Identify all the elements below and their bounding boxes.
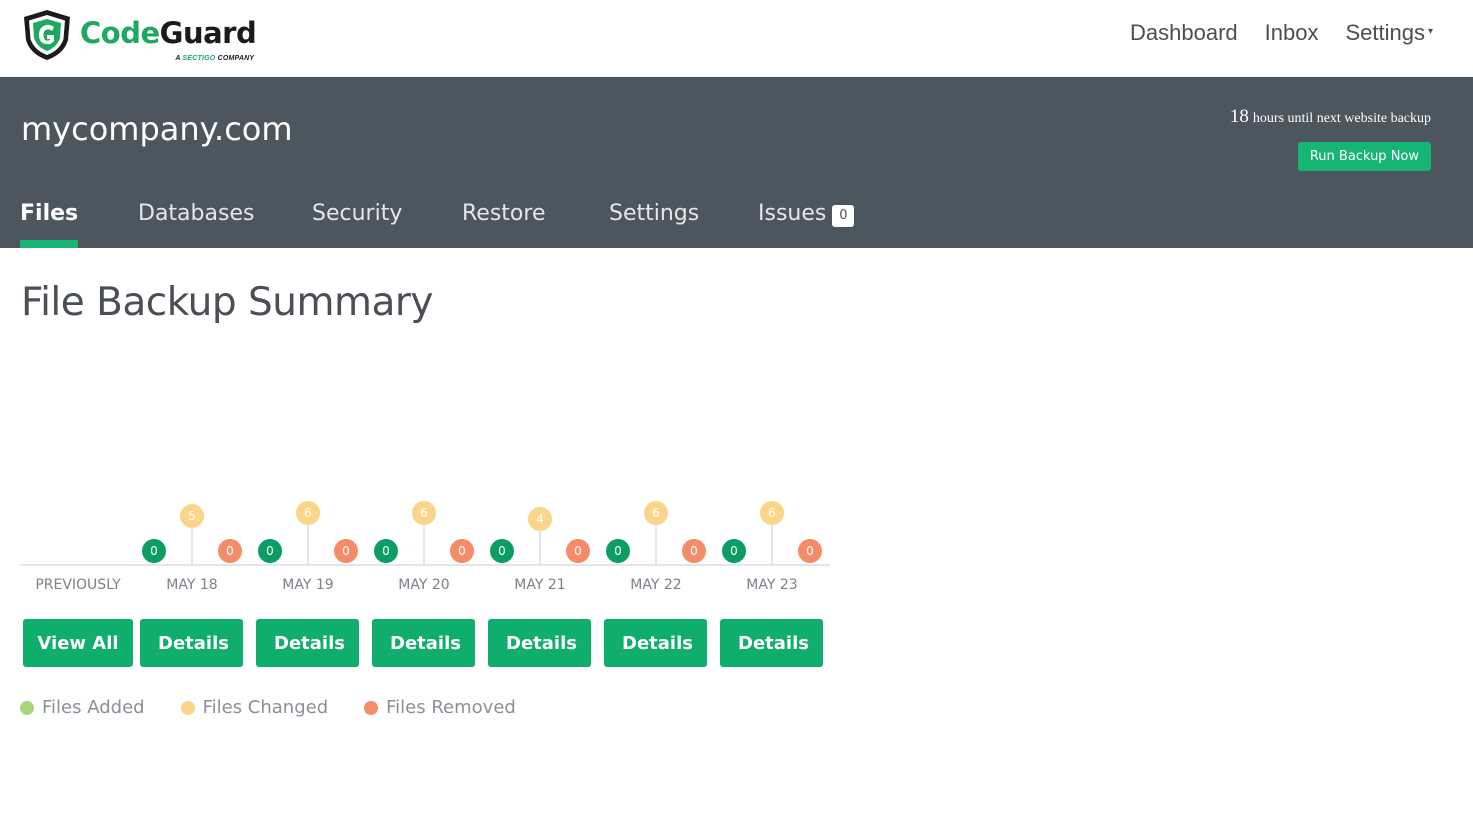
files-removed-value: 0 xyxy=(806,544,814,558)
legend-dot xyxy=(180,700,195,715)
files-removed-value: 0 xyxy=(226,544,234,558)
files-added-value: 0 xyxy=(266,544,274,558)
files-changed-value: 6 xyxy=(768,506,776,520)
backup-countdown: 18 hours until next website backup xyxy=(1230,106,1431,128)
date-label: MAY 22 xyxy=(630,577,681,593)
legend-item-files-removed: Files Removed xyxy=(364,697,516,718)
countdown-text: hours until next website backup xyxy=(1252,111,1431,126)
files-removed-value: 0 xyxy=(458,544,466,558)
date-label: MAY 18 xyxy=(166,577,217,593)
date-label: MAY 20 xyxy=(398,577,449,593)
countdown-hours: 18 xyxy=(1229,106,1249,127)
files-removed-value: 0 xyxy=(574,544,582,558)
files-changed-value: 6 xyxy=(652,506,660,520)
main-nav: Dashboard Inbox Settings ▾ xyxy=(1103,20,1433,46)
files-changed-value: 6 xyxy=(420,506,428,520)
details-button[interactable]: Details xyxy=(604,619,707,667)
brand-name: CodeGuard xyxy=(80,15,257,50)
caret-down-icon: ▾ xyxy=(1427,26,1433,37)
nav-inbox[interactable]: Inbox xyxy=(1265,20,1319,46)
files-added-value: 0 xyxy=(730,544,738,558)
files-added-value: 0 xyxy=(498,544,506,558)
tab-files[interactable]: Files xyxy=(20,197,79,248)
tab-databases[interactable]: Databases xyxy=(138,197,254,248)
button-label: Details xyxy=(390,633,461,654)
date-label: MAY 19 xyxy=(282,577,333,593)
details-button[interactable]: Details xyxy=(488,619,591,667)
button-label: Details xyxy=(158,633,229,654)
nav-settings[interactable]: Settings ▾ xyxy=(1345,20,1433,46)
files-changed-value: 6 xyxy=(304,506,312,520)
details-button[interactable]: Details xyxy=(720,619,823,667)
details-button[interactable]: Details xyxy=(140,619,243,667)
details-button[interactable]: Details xyxy=(256,619,359,667)
codeguard-logo[interactable]: CodeGuard A SECTIGO COMPANY xyxy=(20,8,257,62)
tab-settings[interactable]: Settings xyxy=(609,197,699,248)
date-label: MAY 21 xyxy=(514,577,565,593)
files-removed-value: 0 xyxy=(690,544,698,558)
legend-label: Files Changed xyxy=(202,697,329,718)
page-title: File Backup Summary xyxy=(21,280,433,325)
date-label: PREVIOUSLY xyxy=(35,577,121,593)
tab-issues[interactable]: Issues 0 xyxy=(758,197,855,248)
files-added-value: 0 xyxy=(614,544,622,558)
nav-dashboard[interactable]: Dashboard xyxy=(1130,20,1238,46)
button-label: Details xyxy=(274,633,345,654)
files-added-value: 0 xyxy=(382,544,390,558)
issues-count-badge: 0 xyxy=(832,205,855,227)
legend-dot xyxy=(364,700,379,715)
tab-issues-label: Issues xyxy=(758,201,827,226)
button-label: Details xyxy=(738,633,809,654)
shield-logo-icon xyxy=(24,10,70,60)
file-backup-timeline-chart: PREVIOUSLY MAY 18 5 0 0 MAY 19 6 0 0 MAY 20 6 0 0 MAY… xyxy=(20,501,830,667)
files-changed-value: 5 xyxy=(188,509,196,523)
details-button[interactable]: Details xyxy=(372,619,475,667)
legend-label: Files Removed xyxy=(386,697,516,718)
date-label: MAY 23 xyxy=(746,577,797,593)
legend-item-files-changed: Files Changed xyxy=(180,697,329,718)
files-added-value: 0 xyxy=(150,544,158,558)
brand-tagline: A SECTIGO COMPANY xyxy=(175,54,255,62)
button-label: Details xyxy=(506,633,577,654)
legend-item-files-added: Files Added xyxy=(20,697,145,718)
button-label: Details xyxy=(622,633,693,654)
tab-security[interactable]: Security xyxy=(312,197,402,248)
run-backup-now-button[interactable]: Run Backup Now xyxy=(1297,142,1431,171)
legend-dot xyxy=(20,700,34,715)
button-label: View All xyxy=(37,633,118,654)
chart-legend: Files Added Files Changed Files Removed xyxy=(20,697,552,718)
legend-label: Files Added xyxy=(42,697,145,718)
site-header: mycompany.com 18 hours until next website… xyxy=(0,77,1473,248)
nav-settings-label: Settings xyxy=(1345,20,1425,45)
site-title: mycompany.com xyxy=(21,110,293,148)
view-all-button[interactable]: View All xyxy=(23,619,133,667)
top-navigation-bar: CodeGuard A SECTIGO COMPANY Dashboard In… xyxy=(0,0,1473,77)
files-changed-value: 4 xyxy=(536,512,544,526)
tab-restore[interactable]: Restore xyxy=(462,197,545,248)
files-removed-value: 0 xyxy=(342,544,350,558)
